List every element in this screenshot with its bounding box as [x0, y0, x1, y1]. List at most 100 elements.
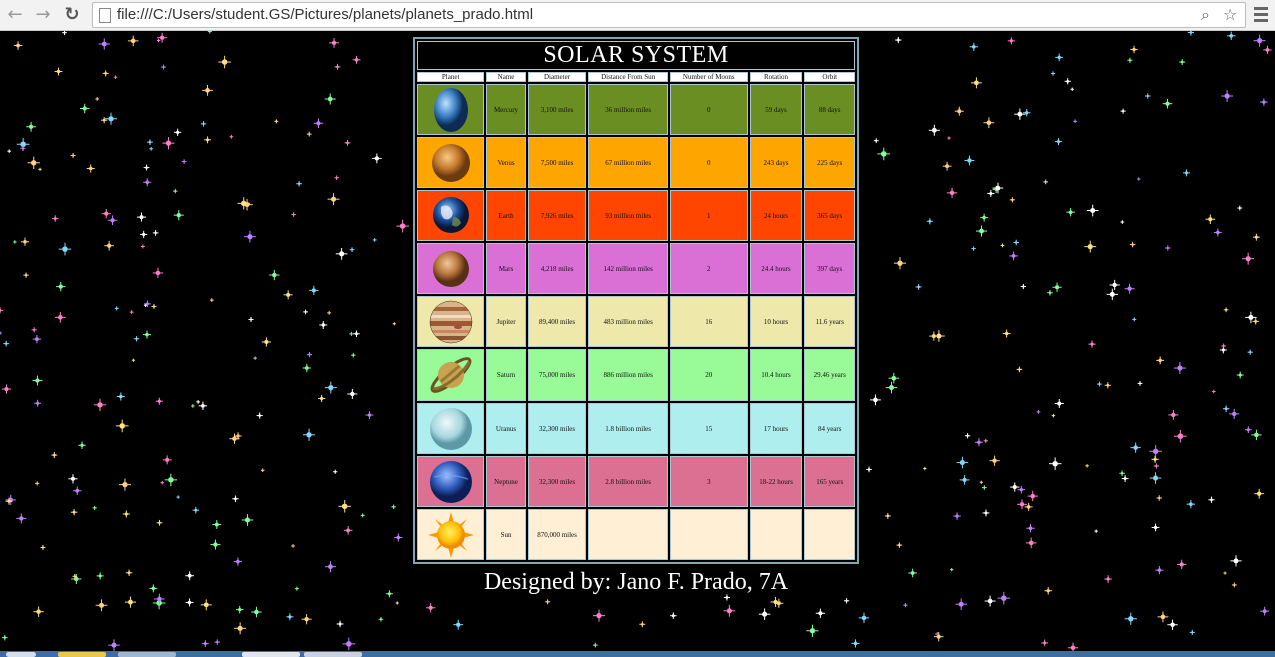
star-icon — [1020, 283, 1026, 290]
star-icon — [324, 93, 336, 105]
star-icon — [1223, 571, 1227, 575]
rotation-cell: 10.4 hours — [749, 349, 803, 401]
star-icon — [1013, 239, 1020, 246]
star-icon — [1137, 381, 1143, 386]
star-icon — [101, 209, 111, 219]
star-icon — [1064, 78, 1071, 85]
star-icon — [971, 246, 976, 251]
taskbar-folder-icon[interactable] — [58, 652, 106, 657]
star-icon[interactable]: ☆ — [1223, 5, 1237, 24]
star-icon — [843, 598, 850, 604]
taskbar-window-icon[interactable] — [304, 652, 362, 657]
star-icon — [269, 269, 280, 281]
star-icon — [371, 153, 382, 164]
star-icon — [1212, 389, 1216, 394]
star-icon — [232, 495, 239, 503]
planet-rows: Mercury 3,100 miles 36 million miles 0 59 da… — [417, 84, 855, 560]
star-icon — [1252, 233, 1260, 241]
star-icon — [143, 178, 152, 187]
star-icon — [1253, 34, 1266, 47]
star-icon — [1157, 611, 1169, 623]
star-icon — [174, 128, 182, 136]
star-icon — [1047, 289, 1053, 296]
star-icon — [1119, 470, 1125, 476]
star-icon — [108, 639, 120, 651]
star-icon — [237, 197, 250, 210]
page-icon — [99, 8, 111, 23]
star-icon — [983, 117, 995, 129]
star-icon — [545, 599, 551, 605]
star-icon — [334, 175, 339, 180]
star-icon — [592, 642, 598, 648]
star-icon — [969, 42, 978, 51]
star-icon — [274, 119, 279, 124]
reload-icon[interactable]: ↻ — [61, 4, 83, 26]
url-text[interactable]: file:///C:/Users/student.GS/Pictures/pla… — [117, 6, 533, 23]
star-icon — [98, 38, 110, 50]
star-icon — [58, 242, 72, 256]
diameter-cell: 32,300 miles — [527, 403, 587, 454]
star-icon — [1151, 523, 1160, 532]
moons-cell: 0 — [669, 137, 748, 188]
star-icon — [107, 215, 118, 226]
star-icon — [71, 573, 82, 585]
star-icon — [851, 639, 860, 648]
star-icon — [23, 272, 29, 278]
zoom-icon[interactable]: ⌕ — [1201, 5, 1210, 25]
star-icon — [1052, 282, 1062, 292]
forward-arrow-icon[interactable]: → — [32, 4, 54, 26]
star-icon — [989, 455, 1000, 466]
rotation-cell — [749, 509, 803, 560]
menu-icon[interactable] — [1254, 4, 1268, 24]
star-icon — [256, 412, 263, 419]
diameter-cell: 75,000 miles — [527, 349, 587, 401]
star-icon — [365, 411, 374, 419]
planet-name-cell: Mercury — [486, 84, 526, 135]
address-bar[interactable]: file:///C:/Users/student.GS/Pictures/pla… — [92, 2, 1246, 28]
star-icon — [86, 164, 95, 173]
star-icon — [95, 97, 100, 101]
star-icon — [1252, 318, 1259, 325]
star-icon — [34, 399, 42, 407]
table-row: Earth 7,926 miles 93 million miles 1 24 hour… — [417, 190, 855, 241]
start-button-icon[interactable] — [6, 652, 36, 657]
star-icon — [327, 193, 340, 206]
star-icon — [198, 401, 208, 410]
star-icon — [1009, 197, 1015, 203]
star-icon — [360, 513, 365, 518]
header-planet: Planet — [417, 72, 485, 82]
star-icon — [191, 404, 195, 408]
star-icon — [1094, 529, 1098, 533]
star-icon — [156, 519, 163, 526]
star-icon — [964, 433, 971, 439]
venus-icon — [418, 140, 483, 186]
star-icon — [95, 599, 108, 612]
star-icon — [1043, 179, 1048, 185]
rotation-cell: 24 hours — [749, 190, 803, 241]
star-icon — [68, 474, 78, 484]
back-arrow-icon[interactable]: ← — [4, 4, 26, 26]
star-icon — [1149, 472, 1162, 484]
star-icon — [1254, 488, 1265, 499]
diameter-cell: 7,500 miles — [527, 137, 587, 188]
star-icon — [173, 210, 184, 221]
star-icon — [964, 155, 975, 166]
star-icon — [149, 146, 154, 151]
star-icon — [1137, 177, 1141, 181]
star-icon — [78, 441, 86, 449]
orbit-cell — [804, 509, 855, 560]
star-icon — [1156, 356, 1165, 365]
star-icon — [210, 539, 221, 550]
star-icon — [723, 604, 736, 617]
taskbar-app-icon[interactable] — [118, 652, 176, 657]
taskbar-chrome-icon[interactable] — [242, 652, 300, 657]
moons-cell — [669, 509, 748, 560]
star-icon — [983, 438, 988, 443]
star-icon — [54, 67, 63, 76]
star-icon — [349, 331, 354, 336]
planet-name-cell: Saturn — [486, 349, 526, 401]
mars-icon — [418, 246, 483, 292]
solar-system-table: SOLAR SYSTEM Planet Name Diameter Distan… — [413, 37, 859, 564]
moons-cell: 0 — [669, 84, 748, 135]
table-row: Mars 4,218 miles 142 million miles 2 24.4 ho… — [417, 243, 855, 294]
